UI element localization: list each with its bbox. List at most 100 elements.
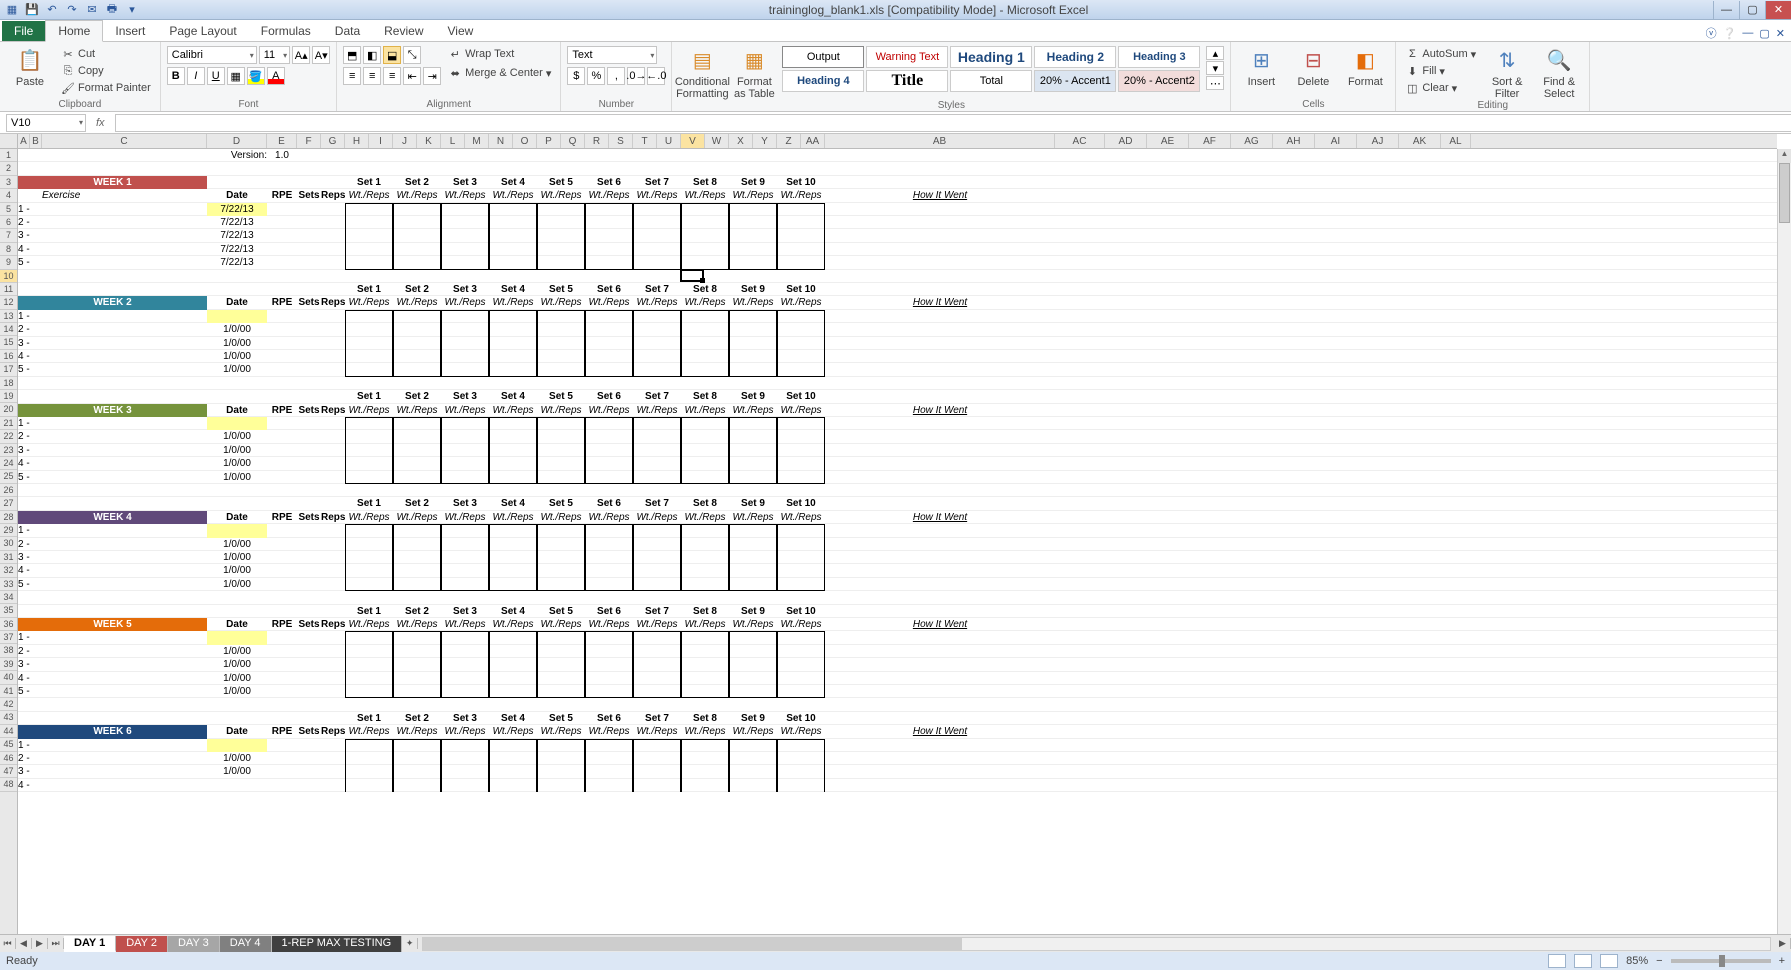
insert-cells-button[interactable]: ⊞Insert bbox=[1237, 46, 1285, 88]
set-cell[interactable] bbox=[729, 417, 777, 430]
date-cell[interactable]: 1/0/00 bbox=[207, 363, 267, 376]
style-heading-4[interactable]: Heading 4 bbox=[782, 70, 864, 92]
set-cell[interactable] bbox=[489, 310, 537, 323]
set-header[interactable]: Set 5 bbox=[537, 605, 585, 618]
date-cell[interactable]: 1/0/00 bbox=[207, 658, 267, 671]
wtreps-header[interactable]: Wt./Reps bbox=[537, 725, 585, 738]
row-header-37[interactable]: 37 bbox=[0, 631, 17, 644]
date-cell[interactable]: 1/0/00 bbox=[207, 457, 267, 470]
row-header-2[interactable]: 2 bbox=[0, 162, 17, 175]
tab-file[interactable]: File bbox=[2, 21, 45, 41]
set-cell[interactable] bbox=[441, 350, 489, 363]
set-header[interactable]: Set 5 bbox=[537, 390, 585, 403]
set-cell[interactable] bbox=[681, 524, 729, 537]
set-cell[interactable] bbox=[489, 229, 537, 242]
col-header-AH[interactable]: AH bbox=[1273, 134, 1315, 148]
exercise-num[interactable]: 2 - bbox=[18, 538, 42, 551]
set-cell[interactable] bbox=[345, 444, 393, 457]
reps-header[interactable]: Reps bbox=[321, 189, 345, 202]
how-it-went-header[interactable]: How It Went bbox=[825, 618, 1055, 631]
set-cell[interactable] bbox=[537, 417, 585, 430]
wtreps-header[interactable]: Wt./Reps bbox=[777, 725, 825, 738]
set-header[interactable]: Set 8 bbox=[681, 605, 729, 618]
set-cell[interactable] bbox=[633, 229, 681, 242]
set-cell[interactable] bbox=[681, 417, 729, 430]
col-header-W[interactable]: W bbox=[705, 134, 729, 148]
set-cell[interactable] bbox=[729, 323, 777, 336]
set-cell[interactable] bbox=[489, 631, 537, 644]
set-cell[interactable] bbox=[537, 631, 585, 644]
align-bottom-button[interactable]: ⬓ bbox=[383, 46, 401, 64]
paste-button[interactable]: 📋 Paste bbox=[6, 46, 54, 88]
wtreps-header[interactable]: Wt./Reps bbox=[585, 618, 633, 631]
wtreps-header[interactable]: Wt./Reps bbox=[489, 511, 537, 524]
workbook-restore-icon[interactable]: ▢ bbox=[1759, 27, 1769, 40]
grow-font-button[interactable]: A▴ bbox=[292, 46, 310, 64]
set-cell[interactable] bbox=[681, 672, 729, 685]
set-cell[interactable] bbox=[633, 203, 681, 216]
wtreps-header[interactable]: Wt./Reps bbox=[585, 511, 633, 524]
set-cell[interactable] bbox=[441, 752, 489, 765]
row-header-32[interactable]: 32 bbox=[0, 564, 17, 577]
sets-header[interactable]: Sets bbox=[297, 618, 321, 631]
set-cell[interactable] bbox=[345, 216, 393, 229]
exercise-num[interactable]: 1 - bbox=[18, 203, 42, 216]
rpe-header[interactable]: RPE bbox=[267, 296, 297, 309]
font-color-button[interactable]: A bbox=[267, 67, 285, 85]
set-cell[interactable] bbox=[681, 310, 729, 323]
wtreps-header[interactable]: Wt./Reps bbox=[489, 618, 537, 631]
wtreps-header[interactable]: Wt./Reps bbox=[681, 296, 729, 309]
exercise-num[interactable]: 1 - bbox=[18, 631, 42, 644]
set-cell[interactable] bbox=[441, 471, 489, 484]
wtreps-header[interactable]: Wt./Reps bbox=[585, 296, 633, 309]
tab-nav-first[interactable]: ⏮ bbox=[0, 938, 16, 949]
col-header-AA[interactable]: AA bbox=[801, 134, 825, 148]
cells-area[interactable]: Version:1.0Set 1Set 2Set 3Set 4Set 5Set … bbox=[18, 149, 1777, 950]
date-cell[interactable]: 1/0/00 bbox=[207, 350, 267, 363]
set-header[interactable]: Set 6 bbox=[585, 390, 633, 403]
date-cell[interactable]: 1/0/00 bbox=[207, 645, 267, 658]
set-cell[interactable] bbox=[585, 243, 633, 256]
wtreps-header[interactable]: Wt./Reps bbox=[441, 404, 489, 417]
set-cell[interactable] bbox=[585, 672, 633, 685]
style-heading-3[interactable]: Heading 3 bbox=[1118, 46, 1200, 68]
underline-button[interactable]: U bbox=[207, 67, 225, 85]
set-cell[interactable] bbox=[537, 310, 585, 323]
set-cell[interactable] bbox=[393, 645, 441, 658]
set-cell[interactable] bbox=[681, 350, 729, 363]
set-cell[interactable] bbox=[777, 337, 825, 350]
col-header-AL[interactable]: AL bbox=[1441, 134, 1471, 148]
set-cell[interactable] bbox=[729, 779, 777, 792]
fill-color-button[interactable]: 🪣 bbox=[247, 67, 265, 85]
set-cell[interactable] bbox=[345, 658, 393, 671]
col-header-F[interactable]: F bbox=[297, 134, 321, 148]
row-header-36[interactable]: 36 bbox=[0, 618, 17, 631]
qat-icon[interactable]: 🖶 bbox=[104, 2, 120, 18]
exercise-num[interactable]: 2 - bbox=[18, 323, 42, 336]
set-header[interactable]: Set 7 bbox=[633, 176, 681, 189]
wtreps-header[interactable]: Wt./Reps bbox=[345, 618, 393, 631]
set-cell[interactable] bbox=[537, 538, 585, 551]
row-header-18[interactable]: 18 bbox=[0, 377, 17, 390]
style-total[interactable]: Total bbox=[950, 70, 1032, 92]
set-cell[interactable] bbox=[729, 645, 777, 658]
set-cell[interactable] bbox=[585, 363, 633, 376]
set-cell[interactable] bbox=[393, 779, 441, 792]
set-cell[interactable] bbox=[585, 739, 633, 752]
set-cell[interactable] bbox=[393, 310, 441, 323]
set-cell[interactable] bbox=[489, 658, 537, 671]
set-cell[interactable] bbox=[633, 243, 681, 256]
set-cell[interactable] bbox=[393, 216, 441, 229]
col-header-L[interactable]: L bbox=[441, 134, 465, 148]
zoom-out-button[interactable]: − bbox=[1656, 955, 1662, 967]
exercise-num[interactable]: 5 - bbox=[18, 256, 42, 269]
set-cell[interactable] bbox=[777, 430, 825, 443]
set-cell[interactable] bbox=[393, 444, 441, 457]
set-cell[interactable] bbox=[585, 350, 633, 363]
date-cell[interactable]: 7/22/13 bbox=[207, 203, 267, 216]
sheet-tab-day-3[interactable]: DAY 3 bbox=[168, 936, 220, 952]
set-cell[interactable] bbox=[393, 658, 441, 671]
set-header[interactable]: Set 5 bbox=[537, 497, 585, 510]
tab-nav-next[interactable]: ▶ bbox=[32, 938, 48, 949]
set-header[interactable]: Set 4 bbox=[489, 390, 537, 403]
